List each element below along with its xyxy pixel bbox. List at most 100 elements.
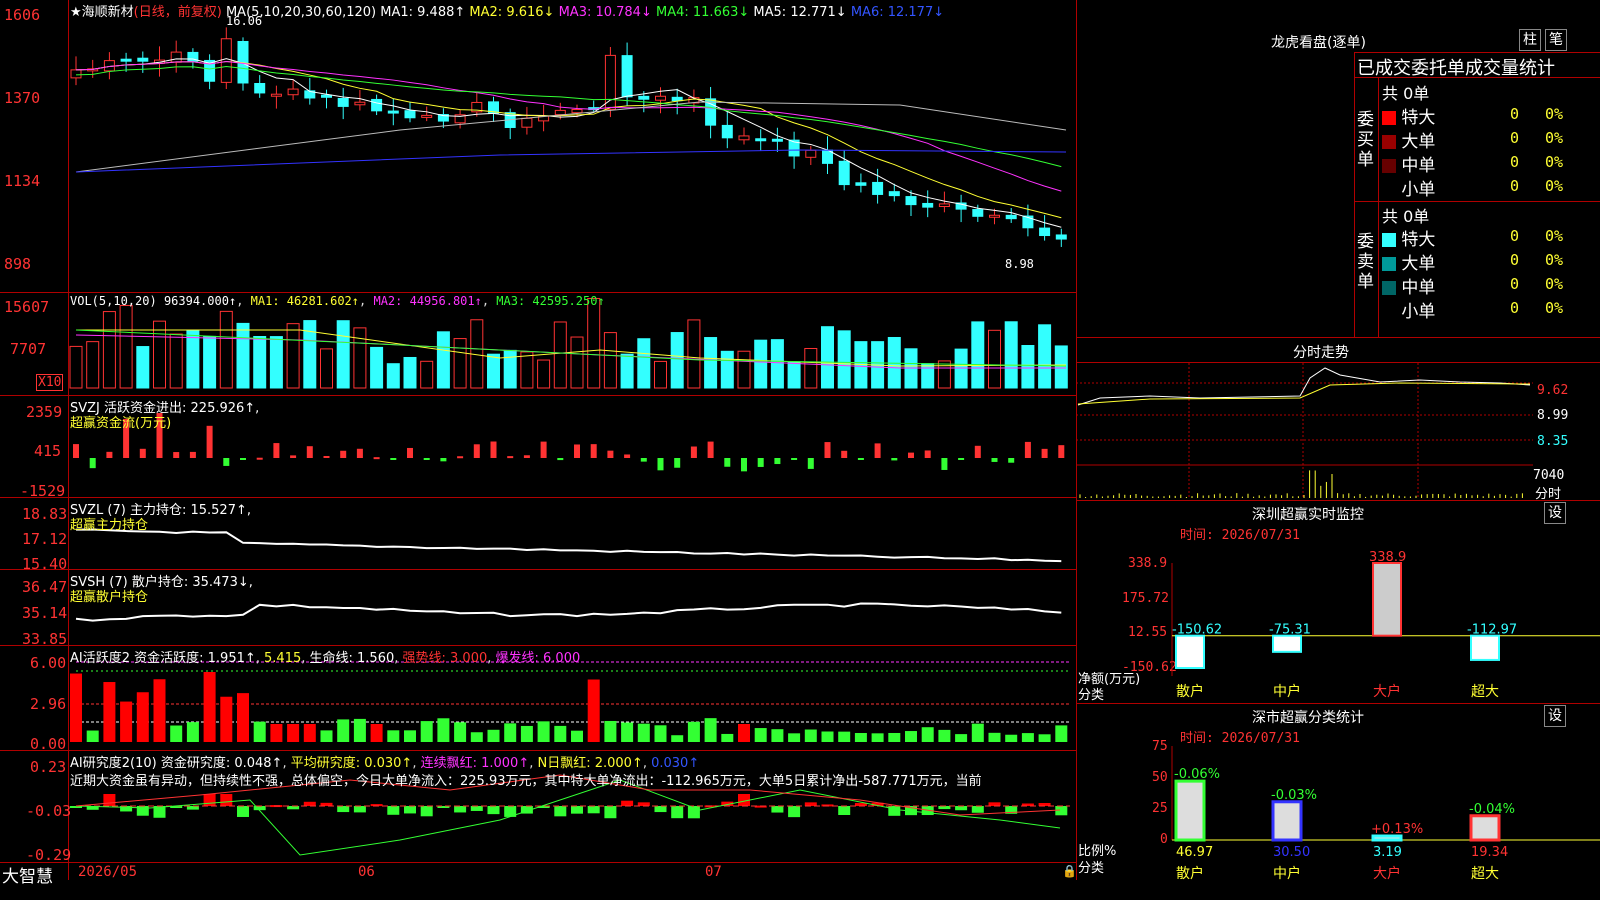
- volume-bar: [670, 332, 684, 389]
- volume-bar: [937, 360, 951, 389]
- fund-flow-bar: [574, 444, 580, 458]
- buy-row-count: 0: [1510, 153, 1520, 171]
- date-tick-3: 07: [705, 864, 722, 880]
- tick-mode-button[interactable]: 笔: [1545, 29, 1567, 51]
- sep-fenshi-monitor: [1076, 500, 1600, 501]
- brand-logo[interactable]: 大智慧: [2, 862, 53, 887]
- activity-bar: [170, 725, 183, 742]
- sell-total: 共 0单: [1382, 207, 1430, 226]
- activity-bar: [754, 728, 767, 742]
- volume-bar: [487, 353, 500, 389]
- date-tick-1: 2026/05: [78, 864, 138, 880]
- fenshi-avg-line: [1077, 382, 1531, 405]
- buy-row: 中单: [1382, 151, 1435, 176]
- activity-bar: [821, 731, 834, 742]
- volume-bar: [720, 350, 734, 389]
- fund-flow-bar: [306, 446, 313, 458]
- fund-flow-bar: [607, 450, 614, 458]
- volume-bar: [253, 336, 267, 389]
- buy-color-swatch: [1382, 135, 1396, 149]
- research-bar: [387, 806, 400, 815]
- research-bar: [220, 794, 233, 806]
- buy-row-name: 大单: [1396, 132, 1436, 152]
- fund-flow-bar: [891, 458, 898, 461]
- activity-bar: [103, 682, 116, 742]
- svzj-tick-2: 415: [34, 442, 62, 460]
- candle-body: [404, 110, 416, 119]
- monitor-settings-button[interactable]: 设: [1544, 502, 1566, 524]
- sell-row-name: 小单: [1396, 302, 1436, 322]
- activity-bar: [270, 724, 283, 742]
- candle-body: [938, 203, 950, 208]
- vol-value: 96394.000↑: [163, 294, 237, 308]
- candle-body: [771, 138, 783, 142]
- activity-bar: [1021, 733, 1034, 742]
- activity-bar: [838, 731, 851, 742]
- candle-body: [254, 82, 266, 94]
- ai-life-line: 生命线: 1.560: [309, 651, 395, 666]
- activity-bar: [387, 730, 400, 742]
- ai-strong-line: 强势线: 3.000: [402, 651, 488, 666]
- candle-body: [989, 214, 1000, 218]
- research-bar: [587, 806, 600, 814]
- candle-body: [270, 93, 282, 97]
- activity-bar: [888, 732, 901, 742]
- sell-row-pct: 0%: [1545, 251, 1564, 269]
- monitor-tick-2: 175.72: [1122, 591, 1169, 606]
- volume-bar: [587, 297, 601, 389]
- vol-ma3: MA3: 42595.250↑: [496, 294, 605, 308]
- activity-bar: [303, 724, 316, 742]
- fund-flow-bar: [189, 451, 196, 458]
- activity-bar: [654, 725, 667, 742]
- research-bar: [487, 806, 500, 815]
- volume-bar: [503, 349, 517, 389]
- activity-bar: [320, 730, 333, 742]
- period-label[interactable]: (日线，前复权): [134, 5, 222, 20]
- sell-row-count: 0: [1510, 251, 1520, 269]
- research-bar: [621, 800, 634, 806]
- stock-name[interactable]: ★海顺新材: [70, 5, 134, 20]
- vol-unit[interactable]: X10: [36, 374, 64, 391]
- research-bar: [103, 794, 116, 806]
- class-settings-button[interactable]: 设: [1544, 705, 1566, 727]
- fund-flow-bar: [507, 456, 514, 459]
- activity-bar: [136, 692, 149, 742]
- activity-bar: [788, 733, 801, 742]
- sell-row: 中单: [1382, 273, 1435, 298]
- vol-tick-1: 15607: [4, 298, 50, 316]
- volume-bar: [787, 361, 801, 389]
- fund-flow-bar: [73, 444, 79, 458]
- sell-row-name: 特大: [1396, 230, 1436, 250]
- class-xlabel: 分类: [1078, 861, 1105, 876]
- ai-research-comment: 近期大资金虽有异动，但持续性不强，总体偏空，今日大单净流入：225.93万元，其…: [70, 774, 982, 789]
- volume-bar: [603, 332, 617, 389]
- sell-row: 大单: [1382, 249, 1435, 274]
- fund-flow-bar: [540, 441, 547, 458]
- candle-body: [337, 97, 349, 107]
- price-header: ★海顺新材(日线，前复权) MA(5,10,20,30,60,120) MA1:…: [70, 1, 944, 20]
- activity-bar: [621, 722, 634, 742]
- ai-active-header: AI活跃度2 资金活跃度: 1.951↑, 5.415, 生命线: 1.560,…: [70, 651, 581, 666]
- volume-bar: [954, 348, 968, 389]
- sell-row-count: 0: [1510, 275, 1520, 293]
- research-bar: [353, 806, 366, 813]
- volume-bar: [453, 338, 467, 389]
- volume-bar: [136, 346, 150, 389]
- volume-bar: [403, 356, 417, 389]
- volume-bar: [1021, 345, 1035, 389]
- ai-research-avg: 平均研究度: 0.030↑: [290, 756, 413, 771]
- ma5-value: MA5: 12.771↓: [753, 5, 847, 20]
- fund-flow-bar: [373, 457, 380, 460]
- volume-bar: [336, 320, 350, 389]
- activity-bar: [1055, 725, 1068, 742]
- fund-flow-bar: [724, 458, 731, 467]
- activity-bar: [220, 696, 233, 742]
- research-bar: [1055, 806, 1068, 816]
- lock-icon[interactable]: 🔒: [1062, 864, 1077, 878]
- activity-bar: [237, 693, 249, 742]
- stats-left-border: [1354, 52, 1355, 337]
- activity-bar: [988, 732, 1001, 742]
- sep-fenshi-title: [1076, 362, 1600, 363]
- bar-mode-button[interactable]: 柱: [1519, 29, 1541, 51]
- fund-flow-bar: [273, 443, 280, 458]
